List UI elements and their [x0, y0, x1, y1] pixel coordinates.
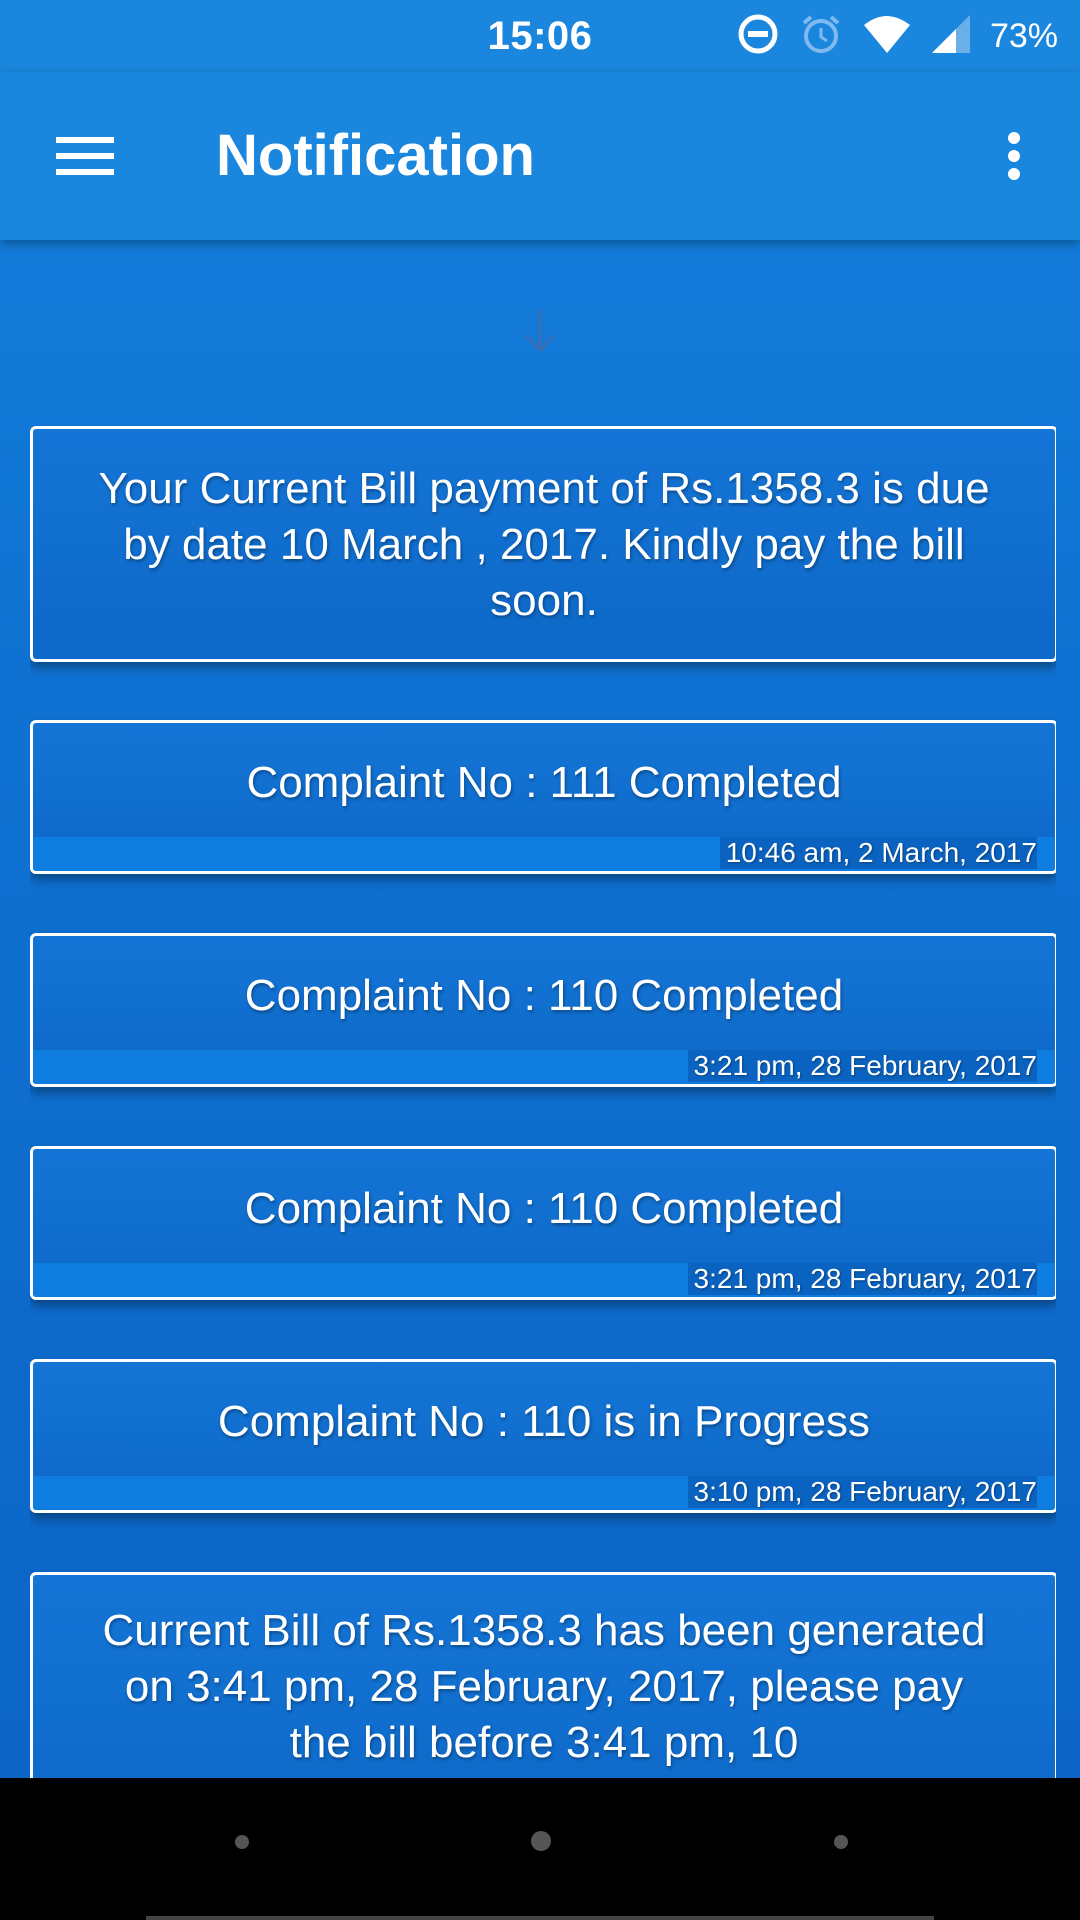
notification-message: Complaint No : 110 Completed	[244, 1184, 844, 1233]
notification-message: Complaint No : 110 is in Progress	[217, 1397, 871, 1446]
page-title: Notification	[216, 123, 535, 188]
wifi-icon	[862, 13, 912, 60]
notification-message: Complaint No : 111 Completed	[246, 758, 842, 807]
notification-message: Complaint No : 110 Completed	[244, 971, 844, 1020]
app-bar: Notification	[0, 72, 1080, 240]
notification-message: Your Current Bill payment of Rs.1358.3 i…	[98, 464, 990, 625]
battery-percent: 73%	[989, 16, 1058, 55]
notification-card[interactable]: Your Current Bill payment of Rs.1358.3 i…	[30, 426, 1056, 662]
notification-timestamp: 3:21 pm, 28 February, 2017	[687, 1263, 1037, 1295]
notification-card[interactable]: Complaint No : 110 Completed 3:21 pm, 28…	[30, 1146, 1056, 1300]
cell-signal-icon	[930, 13, 972, 60]
notification-timestamp: 3:21 pm, 28 February, 2017	[687, 1050, 1037, 1082]
notification-timestamp: 3:10 pm, 28 February, 2017	[687, 1476, 1037, 1508]
status-bar: 15:06 73%	[0, 0, 1080, 72]
nav-home-icon[interactable]	[531, 1831, 551, 1851]
notification-card[interactable]: Complaint No : 110 Completed 3:21 pm, 28…	[30, 933, 1056, 1087]
notification-timestamp: 10:46 am, 2 March, 2017	[719, 837, 1037, 869]
notification-card[interactable]: Complaint No : 111 Completed 10:46 am, 2…	[30, 720, 1056, 874]
arrow-down-icon	[514, 306, 566, 358]
do-not-disturb-icon	[736, 12, 780, 61]
alarm-icon	[798, 11, 844, 62]
hamburger-menu-icon[interactable]	[40, 124, 130, 188]
more-vert-icon[interactable]	[978, 118, 1050, 194]
notification-list[interactable]: Your Current Bill payment of Rs.1358.3 i…	[30, 426, 1056, 1778]
system-nav-bar	[0, 1778, 1080, 1920]
nav-back-icon[interactable]	[235, 1835, 249, 1849]
notification-card[interactable]: Complaint No : 110 is in Progress 3:10 p…	[30, 1359, 1056, 1513]
nav-gesture-bar	[146, 1916, 934, 1920]
notification-card[interactable]: Current Bill of Rs.1358.3 has been gener…	[30, 1572, 1056, 1778]
nav-recents-icon[interactable]	[834, 1835, 848, 1849]
notification-message: Current Bill of Rs.1358.3 has been gener…	[102, 1606, 986, 1767]
status-icons: 73%	[736, 14, 1058, 58]
